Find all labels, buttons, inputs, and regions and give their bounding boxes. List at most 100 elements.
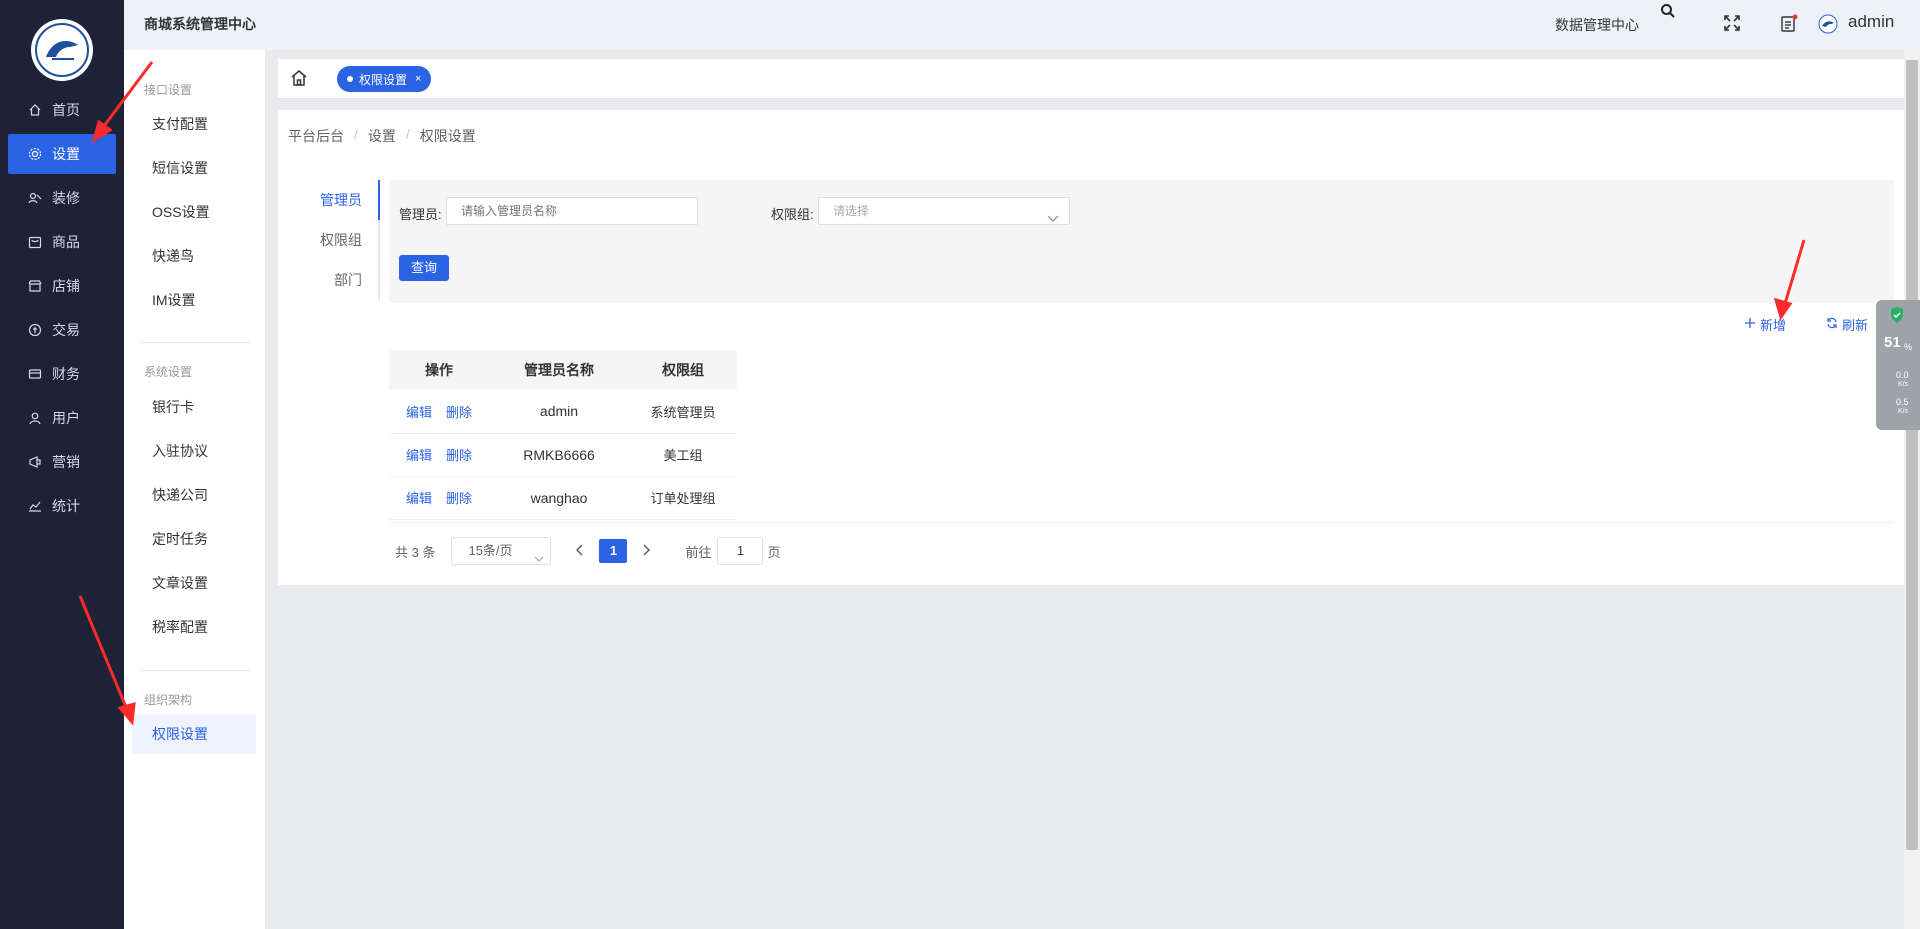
plus-icon bbox=[1744, 317, 1756, 332]
user-name[interactable]: admin bbox=[1848, 12, 1894, 32]
avatar[interactable] bbox=[1818, 14, 1838, 34]
sidebar-item-decoration[interactable]: 装修 bbox=[8, 178, 116, 218]
sub-item-payment[interactable]: 支付配置 bbox=[132, 104, 256, 144]
cell-admin-name: wanghao bbox=[489, 476, 629, 520]
fullscreen-icon[interactable] bbox=[1724, 15, 1740, 34]
divider bbox=[140, 670, 250, 671]
breadcrumb-item: 权限设置 bbox=[419, 128, 476, 144]
chevron-down-icon bbox=[534, 546, 544, 572]
table-row: 编辑 删除 RMKB6666 美工组 bbox=[389, 433, 737, 477]
sub-item-agreement[interactable]: 入驻协议 bbox=[132, 431, 256, 471]
total-count: 共 3 条 bbox=[395, 544, 436, 560]
sub-item-bank-card[interactable]: 银行卡 bbox=[132, 387, 256, 427]
trade-icon bbox=[28, 323, 42, 337]
sidebar-item-settings[interactable]: 设置 bbox=[8, 134, 116, 174]
tabs-bar: 权限设置 × bbox=[278, 59, 1904, 99]
next-page-button[interactable] bbox=[641, 544, 651, 559]
main-content: 平台后台 / 设置 / 权限设置 管理员 权限组 部门 管理员: 权限组: 请选… bbox=[278, 110, 1904, 585]
sub-item-sms[interactable]: 短信设置 bbox=[132, 148, 256, 188]
decor-icon bbox=[28, 191, 42, 205]
sidebar-item-trade[interactable]: 交易 bbox=[8, 310, 116, 350]
delete-link[interactable]: 删除 bbox=[446, 405, 472, 420]
sidebar-item-label: 店铺 bbox=[52, 278, 80, 294]
stats-icon bbox=[28, 499, 42, 513]
sidebar-item-shop[interactable]: 店铺 bbox=[8, 266, 116, 306]
tab-permission-groups[interactable]: 权限组 bbox=[300, 220, 380, 260]
finance-icon bbox=[28, 367, 42, 381]
tab-dot bbox=[347, 76, 353, 82]
download-unit: K/s bbox=[1898, 408, 1909, 415]
sidebar-item-home[interactable]: 首页 bbox=[8, 90, 116, 130]
sidebar-item-label: 交易 bbox=[52, 322, 80, 338]
group-organization: 组织架构 bbox=[144, 693, 193, 707]
admin-name-input[interactable] bbox=[446, 197, 698, 225]
sub-item-cron[interactable]: 定时任务 bbox=[132, 519, 256, 559]
logo bbox=[31, 19, 93, 81]
sidebar-item-statistics[interactable]: 统计 bbox=[8, 486, 116, 526]
admin-label: 管理员: bbox=[399, 207, 442, 222]
tab-departments[interactable]: 部门 bbox=[300, 260, 380, 300]
upload-unit: K/s bbox=[1898, 381, 1909, 388]
sidebar-item-label: 统计 bbox=[52, 498, 80, 514]
upload-speed: 0.0 bbox=[1896, 370, 1909, 380]
breadcrumb-item[interactable]: 设置 bbox=[368, 126, 396, 146]
goto-page-input[interactable]: 1 bbox=[717, 537, 764, 565]
gear-icon bbox=[28, 147, 42, 161]
data-center-link[interactable]: 数据管理中心 bbox=[1555, 15, 1639, 35]
table-row: 编辑 删除 admin 系统管理员 bbox=[389, 390, 737, 434]
add-button[interactable]: 新增 bbox=[1744, 315, 1786, 334]
top-header: 商城系统管理中心 数据管理中心 admin bbox=[124, 0, 1920, 50]
sub-item-express[interactable]: 快递公司 bbox=[132, 475, 256, 515]
refresh-button[interactable]: 刷新 bbox=[1826, 315, 1868, 334]
edit-link[interactable]: 编辑 bbox=[406, 405, 432, 420]
cell-group: 系统管理员 bbox=[629, 390, 737, 434]
edit-link[interactable]: 编辑 bbox=[406, 491, 432, 506]
search-icon[interactable] bbox=[1660, 3, 1676, 22]
edit-link[interactable]: 编辑 bbox=[406, 448, 432, 463]
sidebar-item-marketing[interactable]: 营销 bbox=[8, 442, 116, 482]
pagination: 共 3 条 15条/页 1 前往 1 页 bbox=[395, 536, 781, 566]
shop-icon bbox=[28, 279, 42, 293]
close-icon[interactable]: × bbox=[415, 73, 421, 85]
sidebar-item-goods[interactable]: 商品 bbox=[8, 222, 116, 262]
sidebar-item-finance[interactable]: 财务 bbox=[8, 354, 116, 394]
current-page[interactable]: 1 bbox=[599, 539, 628, 563]
breadcrumb-item[interactable]: 平台后台 bbox=[288, 126, 344, 146]
download-speed: 0.5 bbox=[1896, 397, 1909, 407]
add-label: 新增 bbox=[1760, 318, 1787, 333]
sidebar-item-users[interactable]: 用户 bbox=[8, 398, 116, 438]
prev-page-button[interactable] bbox=[575, 544, 585, 559]
home-icon bbox=[28, 103, 42, 117]
notice-icon[interactable] bbox=[1780, 14, 1798, 35]
group-label: 权限组: bbox=[771, 207, 814, 222]
group-select[interactable]: 请选择 bbox=[818, 197, 1070, 225]
sub-item-tax[interactable]: 税率配置 bbox=[132, 607, 256, 647]
sidebar-item-label: 财务 bbox=[52, 366, 80, 382]
group-select-placeholder: 请选择 bbox=[833, 204, 870, 218]
page-size-select[interactable]: 15条/页 bbox=[451, 537, 552, 565]
table-row: 编辑 删除 wanghao 订单处理组 bbox=[389, 476, 737, 520]
tab-permission-settings[interactable]: 权限设置 × bbox=[337, 66, 432, 92]
marketing-icon bbox=[28, 455, 42, 469]
delete-link[interactable]: 删除 bbox=[446, 491, 472, 506]
sub-item-im[interactable]: IM设置 bbox=[132, 280, 256, 320]
sidebar-item-label: 首页 bbox=[52, 102, 80, 118]
tab-admins[interactable]: 管理员 bbox=[300, 180, 380, 220]
sub-item-article[interactable]: 文章设置 bbox=[132, 563, 256, 603]
admins-table: 操作 管理员名称 权限组 编辑 删除 admin 系统管理员 编辑 删除 RMKB6… bbox=[389, 350, 737, 520]
delete-link[interactable]: 删除 bbox=[446, 448, 472, 463]
network-widget[interactable]: 51 % 0.0 K/s 0.5 K/s bbox=[1876, 300, 1920, 430]
sub-item-permission[interactable]: 权限设置 bbox=[132, 714, 256, 754]
brand-title: 商城系统管理中心 bbox=[144, 16, 256, 32]
sidebar-item-label: 商品 bbox=[52, 234, 80, 250]
sub-item-kdniao[interactable]: 快递鸟 bbox=[132, 236, 256, 276]
usage-percent: 51 bbox=[1884, 334, 1901, 351]
filter-panel: 管理员: 权限组: 请选择 查询 bbox=[389, 180, 1894, 303]
sub-item-oss[interactable]: OSS设置 bbox=[132, 192, 256, 232]
column-header: 权限组 bbox=[629, 350, 737, 390]
column-header: 操作 bbox=[389, 350, 489, 390]
scrollbar-thumb[interactable] bbox=[1906, 60, 1918, 850]
query-button[interactable]: 查询 bbox=[399, 255, 449, 281]
home-icon[interactable] bbox=[290, 69, 310, 89]
sidebar-item-label: 装修 bbox=[52, 190, 80, 206]
